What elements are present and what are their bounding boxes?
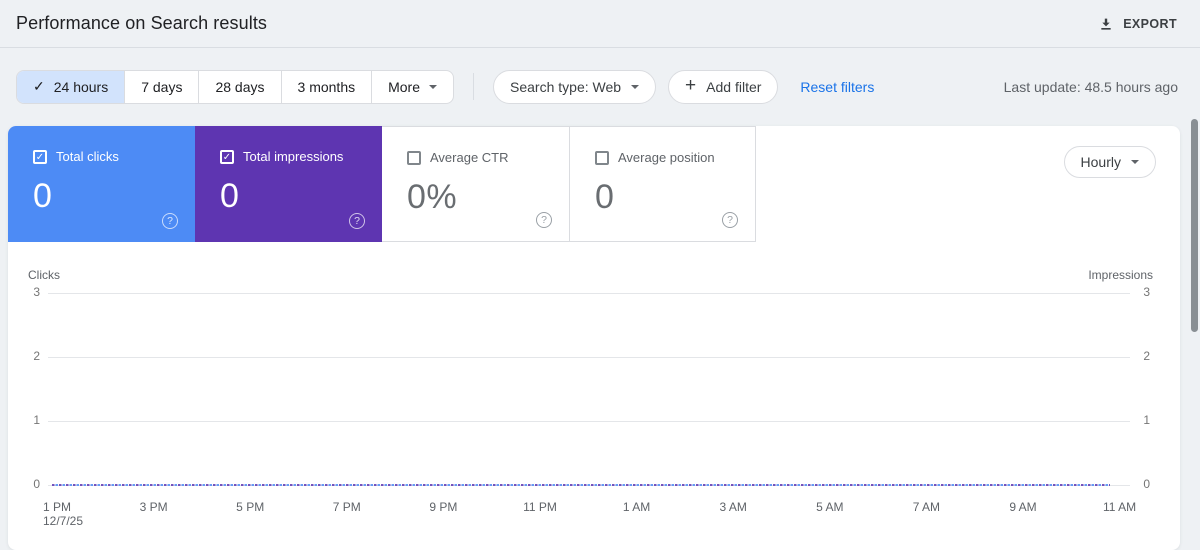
help-icon[interactable]: ? <box>162 213 178 229</box>
chart-area: Clicks Impressions 3 3 2 2 1 1 0 0 1 PM 12/7/25 3 PM… <box>8 242 1180 550</box>
time-range-label: 24 hours <box>53 78 109 95</box>
metric-card-value: 0 <box>220 177 240 215</box>
help-icon[interactable]: ? <box>722 212 738 228</box>
metric-card-label: Total impressions <box>243 149 344 164</box>
time-range-chip[interactable]: 3 months <box>280 70 372 103</box>
granularity-label: Hourly <box>1080 154 1121 170</box>
time-range-label: 3 months <box>297 78 356 95</box>
metric-card[interactable]: Average CTR 0%? <box>382 126 569 242</box>
metric-card[interactable]: Average position 0? <box>569 126 756 242</box>
chart-series-plot <box>52 484 1110 486</box>
last-update-text: Last update: 48.5 hours ago <box>1003 78 1178 95</box>
metric-card-header: ✓ Total clicks <box>33 149 195 164</box>
metric-card-header: ✓ Total impressions <box>220 149 382 164</box>
help-icon[interactable]: ? <box>349 213 365 229</box>
add-filter-label: Add filter <box>706 78 762 95</box>
time-range-chip[interactable]: ✓ 24 hours <box>17 70 125 103</box>
plus-icon: + <box>685 74 697 96</box>
metric-card-value: 0 <box>33 177 53 215</box>
divider <box>473 73 475 100</box>
time-range-label: More <box>388 78 421 95</box>
export-label: EXPORT <box>1123 16 1177 31</box>
checkbox-checked-icon[interactable]: ✓ <box>220 149 234 164</box>
scrollbar-thumb[interactable] <box>1191 119 1198 332</box>
chevron-down-icon <box>1131 160 1139 164</box>
add-filter-button[interactable]: + Add filter <box>668 69 779 104</box>
metric-card-label: Total clicks <box>56 149 119 164</box>
metric-card-label: Average position <box>618 150 715 165</box>
metric-card[interactable]: ✓ Total clicks 0? <box>8 126 195 242</box>
time-range-chip[interactable]: 7 days <box>124 70 198 103</box>
check-icon: ✓ <box>33 78 45 94</box>
metric-card-label: Average CTR <box>430 150 509 165</box>
granularity-dropdown[interactable]: Hourly <box>1063 146 1156 178</box>
metric-card-header: Average position <box>595 150 755 165</box>
download-icon <box>1098 16 1114 32</box>
checkbox-unchecked-icon[interactable] <box>595 150 609 165</box>
metric-card[interactable]: ✓ Total impressions 0? <box>195 126 382 242</box>
time-range-chip[interactable]: More <box>371 70 453 103</box>
search-type-dropdown[interactable]: Search type: Web <box>493 69 657 104</box>
filter-bar: ✓ 24 hours 7 days 28 days 3 months More Searc… <box>0 48 1200 125</box>
metric-cards: ✓ Total clicks 0? ✓ Total impressions 0? Avera… <box>8 126 756 242</box>
checkbox-checked-icon[interactable]: ✓ <box>33 149 47 164</box>
search-type-label: Search type: Web <box>510 78 622 95</box>
main-panel: ✓ Total clicks 0? ✓ Total impressions 0? Avera… <box>8 126 1180 550</box>
reset-filters-link[interactable]: Reset filters <box>800 79 874 95</box>
help-icon[interactable]: ? <box>536 212 552 228</box>
chevron-down-icon <box>429 84 438 89</box>
time-range-chip[interactable]: 28 days <box>198 70 280 103</box>
page-header: Performance on Search results EXPORT <box>0 0 1200 48</box>
chevron-down-icon <box>631 84 640 89</box>
date-range-group: ✓ 24 hours 7 days 28 days 3 months More <box>16 69 455 104</box>
metric-card-header: Average CTR <box>407 150 569 165</box>
time-range-label: 7 days <box>141 78 183 95</box>
checkbox-unchecked-icon[interactable] <box>407 150 421 165</box>
page-title: Performance on Search results <box>16 13 268 33</box>
time-range-label: 28 days <box>215 78 265 95</box>
export-button[interactable]: EXPORT <box>1098 16 1177 32</box>
